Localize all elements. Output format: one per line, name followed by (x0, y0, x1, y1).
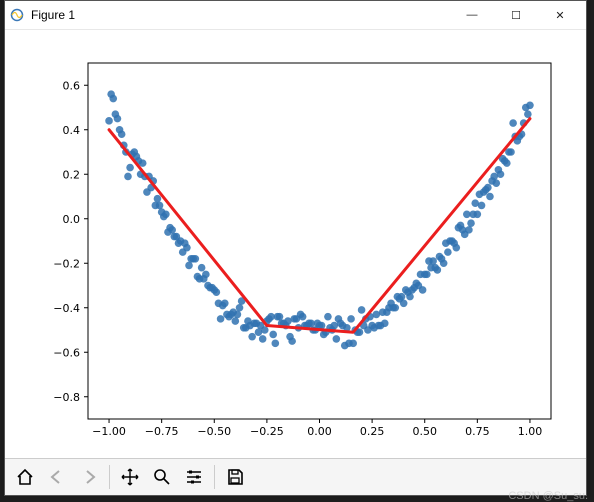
svg-text:1.00: 1.00 (518, 425, 543, 438)
svg-text:−0.2: −0.2 (53, 257, 80, 270)
maximize-button[interactable]: ☐ (494, 1, 538, 29)
home-icon[interactable] (9, 461, 41, 493)
svg-text:0.2: 0.2 (63, 168, 81, 181)
chart: −1.00 −0.75 −0.50 −0.25 0.00 0.25 0.50 0.75 1.00… (5, 30, 586, 459)
close-button[interactable]: ✕ (538, 1, 582, 29)
separator (109, 465, 110, 489)
svg-text:−1.00: −1.00 (92, 425, 126, 438)
nav-toolbar (5, 458, 586, 495)
plot-canvas[interactable]: −1.00 −0.75 −0.50 −0.25 0.00 0.25 0.50 0.75 1.00… (5, 30, 586, 459)
forward-icon[interactable] (73, 461, 105, 493)
figure-window: Figure 1 — ☐ ✕ −1.00 −0.75 −0.50 −0.25 0.00 0… (4, 0, 587, 496)
zoom-icon[interactable] (146, 461, 178, 493)
svg-text:0.50: 0.50 (412, 425, 437, 438)
app-icon (9, 7, 25, 23)
svg-text:−0.8: −0.8 (53, 391, 80, 404)
svg-text:−0.50: −0.50 (197, 425, 231, 438)
svg-text:0.0: 0.0 (63, 213, 81, 226)
svg-text:0.75: 0.75 (465, 425, 490, 438)
configure-icon[interactable] (178, 461, 210, 493)
pan-icon[interactable] (114, 461, 146, 493)
watermark: CSDN @Su_su. (508, 490, 588, 502)
svg-text:0.25: 0.25 (360, 425, 385, 438)
minimize-button[interactable]: — (450, 1, 494, 29)
separator (214, 465, 215, 489)
back-icon[interactable] (41, 461, 73, 493)
titlebar[interactable]: Figure 1 — ☐ ✕ (5, 1, 586, 30)
svg-text:0.4: 0.4 (63, 124, 81, 137)
window-title: Figure 1 (31, 8, 450, 22)
svg-text:−0.25: −0.25 (250, 425, 284, 438)
svg-text:−0.6: −0.6 (53, 346, 80, 359)
svg-text:−0.4: −0.4 (53, 302, 80, 315)
svg-text:0.6: 0.6 (63, 79, 81, 92)
svg-text:−0.75: −0.75 (145, 425, 179, 438)
svg-text:0.00: 0.00 (307, 425, 332, 438)
save-icon[interactable] (219, 461, 251, 493)
